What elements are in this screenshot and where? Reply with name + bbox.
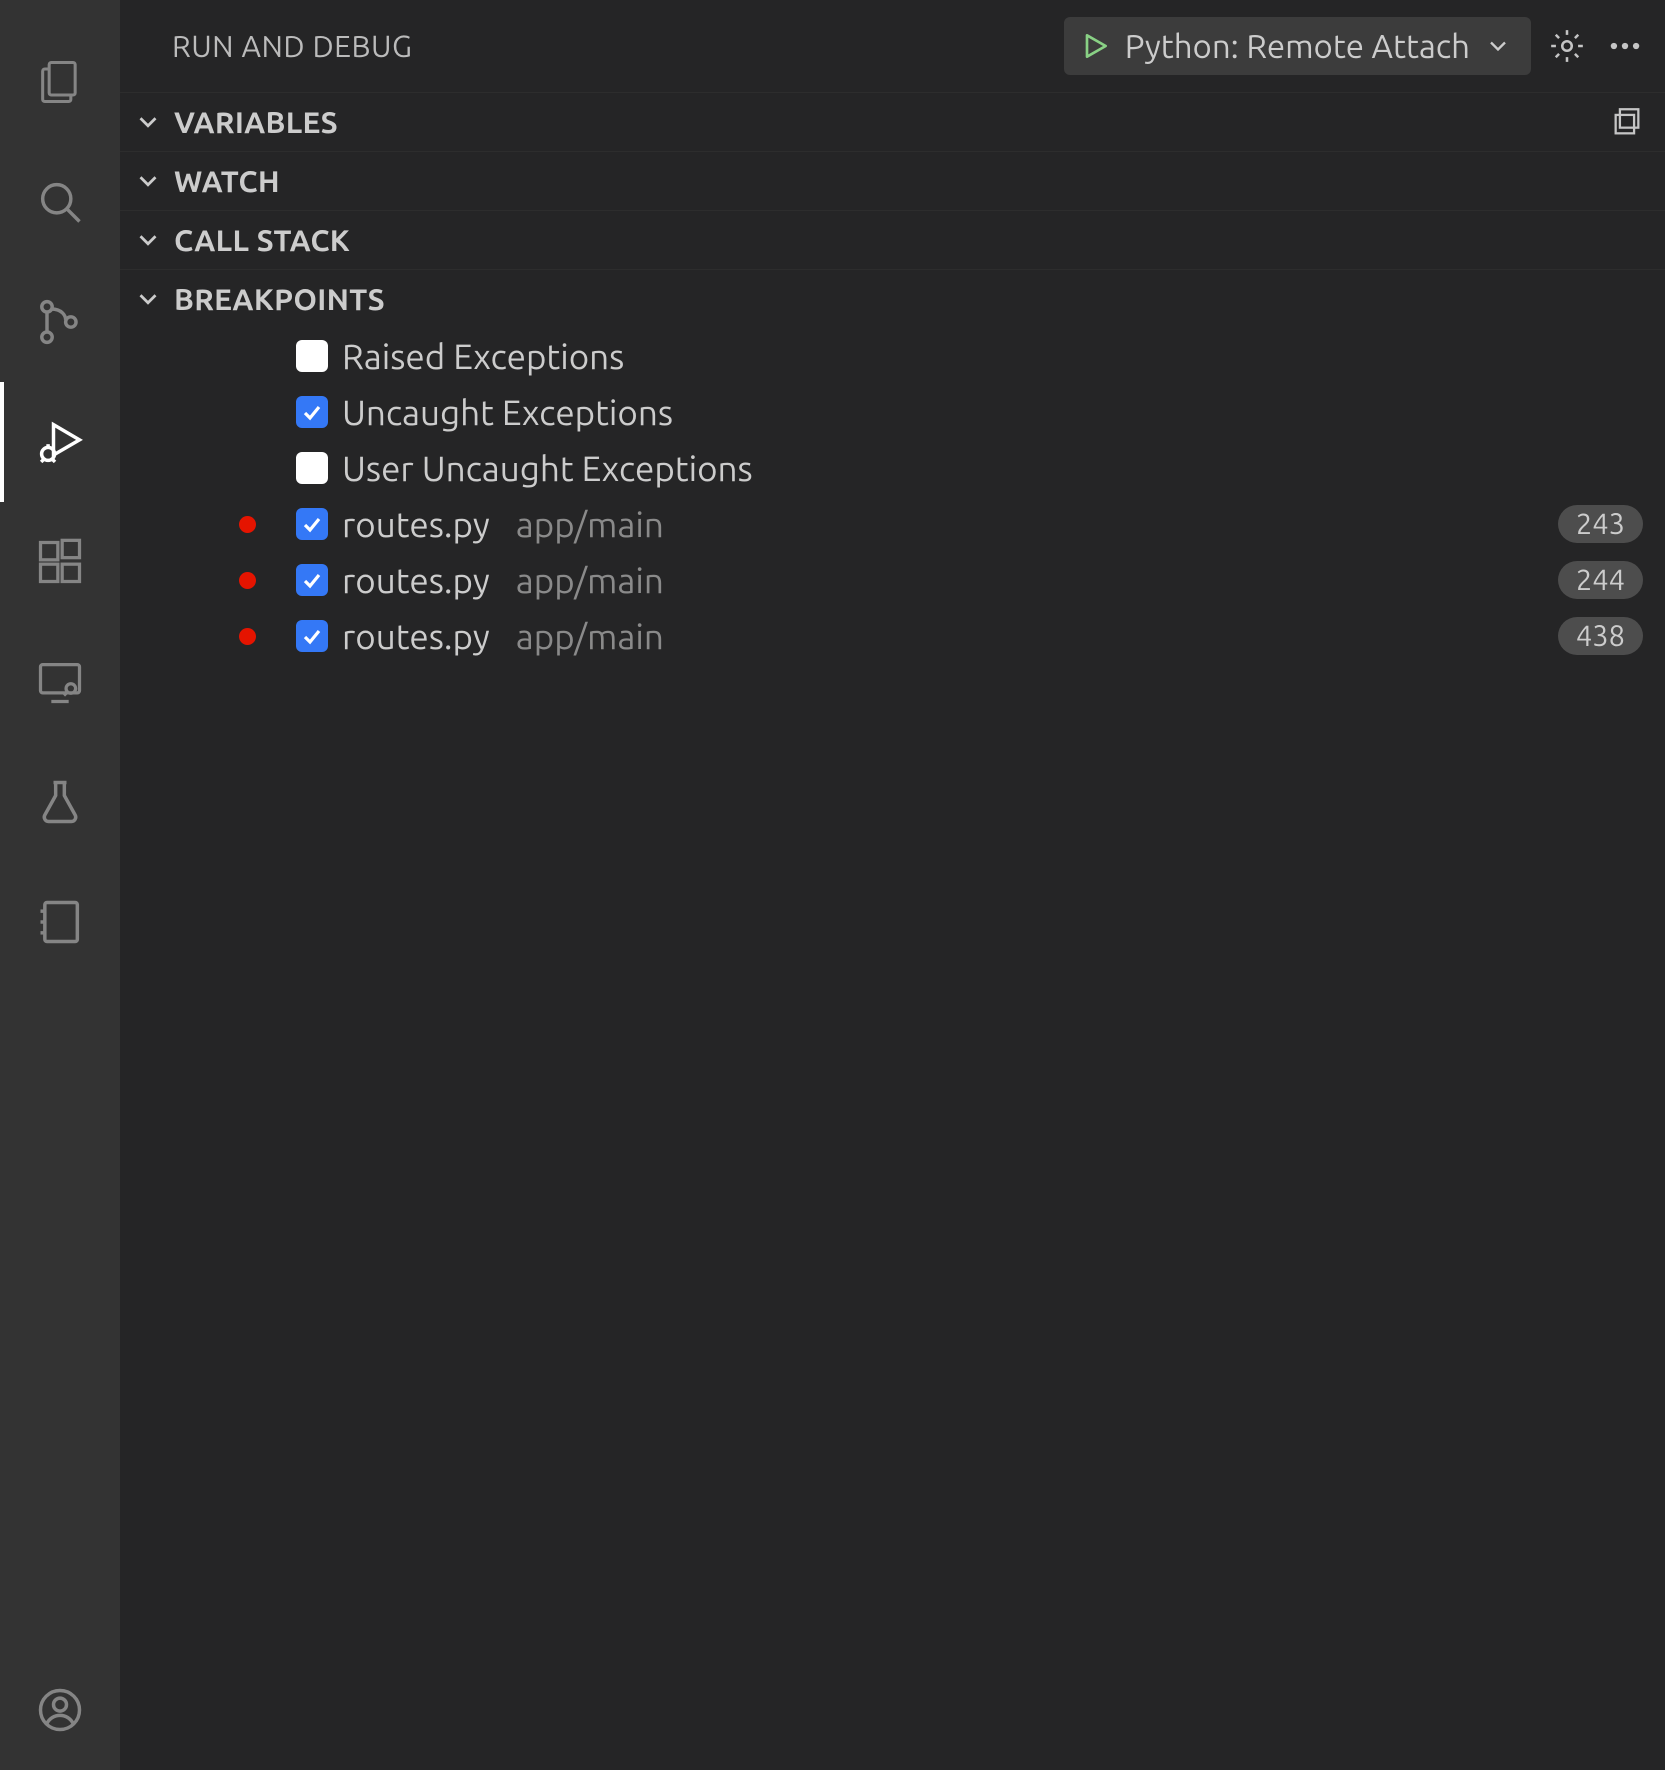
breakpoint-file: routes.py [342, 616, 490, 656]
breakpoint-line-badge: 244 [1558, 561, 1643, 599]
breakpoints-header[interactable]: BREAKPOINTS [120, 270, 1665, 328]
breakpoint-checkbox[interactable] [296, 564, 328, 596]
chevron-down-icon [128, 284, 168, 314]
activity-account[interactable] [0, 1650, 120, 1770]
watch-title: WATCH [174, 164, 280, 198]
breakpoint-checkbox[interactable] [296, 508, 328, 540]
callstack-header[interactable]: CALL STACK [120, 211, 1665, 269]
callstack-section: CALL STACK [120, 210, 1665, 269]
activity-search[interactable] [0, 142, 120, 262]
debug-config-label: Python: Remote Attach [1125, 28, 1470, 65]
debug-settings-gear-icon[interactable] [1545, 24, 1589, 68]
activity-source-control[interactable] [0, 262, 120, 382]
debug-config-selector[interactable]: Python: Remote Attach [1064, 17, 1531, 75]
breakpoint-exception-row[interactable]: Uncaught Exceptions [120, 384, 1665, 440]
breakpoint-path: app/main [516, 560, 664, 600]
breakpoint-checkbox[interactable] [296, 620, 328, 652]
breakpoint-dot-icon [239, 572, 256, 589]
chevron-down-icon [128, 166, 168, 196]
watch-section: WATCH [120, 151, 1665, 210]
breakpoint-dot-icon [239, 516, 256, 533]
breakpoints-body: Raised Exceptions Uncaught Exceptions Us… [120, 328, 1665, 1770]
activity-notebook[interactable] [0, 862, 120, 982]
breakpoints-section: BREAKPOINTS Raised Exceptions Uncaught E… [120, 269, 1665, 1770]
breakpoint-label: Raised Exceptions [342, 336, 624, 376]
variables-section: VARIABLES [120, 92, 1665, 151]
breakpoint-dot-icon [239, 628, 256, 645]
chevron-down-icon [128, 107, 168, 137]
breakpoint-file-row[interactable]: routes.py app/main 244 [120, 552, 1665, 608]
breakpoint-exception-row[interactable]: User Uncaught Exceptions [120, 440, 1665, 496]
variables-header[interactable]: VARIABLES [120, 93, 1665, 151]
breakpoint-exception-row[interactable]: Raised Exceptions [120, 328, 1665, 384]
activity-extensions[interactable] [0, 502, 120, 622]
activity-testing[interactable] [0, 742, 120, 862]
breakpoint-file: routes.py [342, 560, 490, 600]
breakpoint-checkbox[interactable] [296, 340, 328, 372]
breakpoint-file-row[interactable]: routes.py app/main 438 [120, 608, 1665, 664]
breakpoint-path: app/main [516, 504, 664, 544]
breakpoint-line-badge: 438 [1558, 617, 1643, 655]
run-debug-panel: RUN AND DEBUG Python: Remote Attach VARI… [120, 0, 1665, 1770]
breakpoint-file-row[interactable]: routes.py app/main 243 [120, 496, 1665, 552]
breakpoint-label: Uncaught Exceptions [342, 392, 673, 432]
panel-header: RUN AND DEBUG Python: Remote Attach [120, 0, 1665, 92]
breakpoint-file: routes.py [342, 504, 490, 544]
breakpoint-checkbox[interactable] [296, 396, 328, 428]
panel-title: RUN AND DEBUG [172, 29, 412, 63]
activity-run-debug[interactable] [0, 382, 120, 502]
collapse-all-icon[interactable] [1607, 102, 1647, 142]
breakpoint-label: User Uncaught Exceptions [342, 448, 753, 488]
chevron-down-icon[interactable] [1484, 32, 1512, 60]
chevron-down-icon [128, 225, 168, 255]
breakpoints-title: BREAKPOINTS [174, 282, 385, 316]
breakpoint-line-badge: 243 [1558, 505, 1643, 543]
activity-remote-explorer[interactable] [0, 622, 120, 742]
activity-explorer[interactable] [0, 22, 120, 142]
callstack-title: CALL STACK [174, 223, 350, 257]
start-debug-icon[interactable] [1079, 30, 1111, 62]
breakpoint-path: app/main [516, 616, 664, 656]
more-actions-icon[interactable] [1603, 24, 1647, 68]
breakpoint-checkbox[interactable] [296, 452, 328, 484]
activity-bar [0, 0, 120, 1770]
variables-title: VARIABLES [174, 105, 338, 139]
watch-header[interactable]: WATCH [120, 152, 1665, 210]
